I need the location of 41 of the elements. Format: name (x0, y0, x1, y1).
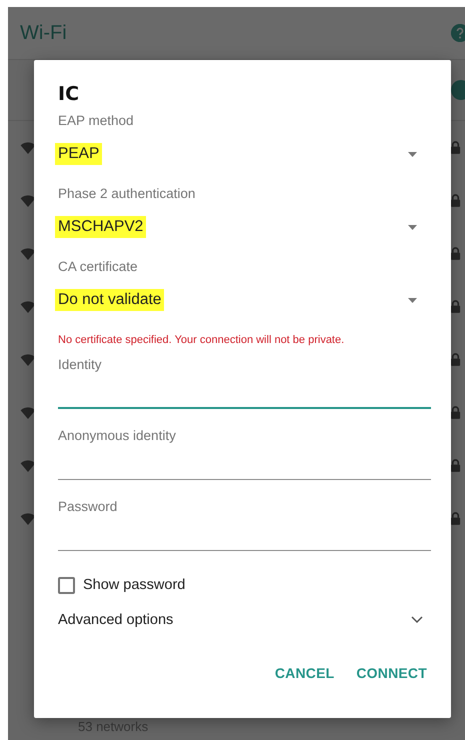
lock-icon (450, 194, 461, 207)
show-password-checkbox[interactable]: Show password (58, 574, 186, 596)
dropdown-value: MSCHAPV2 (55, 216, 146, 238)
dropdown-arrow-icon (408, 298, 417, 302)
cancel-button[interactable]: CANCEL (266, 655, 342, 691)
field-label: Password (58, 498, 118, 516)
field-label: Anonymous identity (58, 427, 176, 445)
dropdown-value: PEAP (55, 143, 102, 165)
chevron-icon[interactable] (411, 616, 423, 624)
field-label: EAP method (58, 112, 134, 130)
wifi-signal-icon (20, 298, 36, 314)
dropdown[interactable]: Do not validate (58, 289, 431, 311)
lock-icon (450, 353, 461, 366)
wifi-signal-icon (20, 192, 36, 208)
wifi-signal-icon (20, 458, 36, 474)
dropdown-arrow-icon (408, 224, 417, 230)
field-label: Phase 2 authentication (58, 185, 196, 203)
lock-icon (450, 300, 461, 313)
toggle-switch[interactable] (451, 80, 465, 100)
field-label: Identity (58, 356, 102, 374)
wifi-signal-icon (20, 510, 36, 526)
lock-icon (450, 512, 461, 525)
app-bar-title: Wi-Fi (20, 22, 67, 44)
dropdown[interactable]: PEAP (58, 143, 431, 165)
wifi-signal-icon (20, 140, 36, 156)
field-label: CA certificate (58, 258, 138, 276)
dropdown-value: Do not validate (55, 289, 164, 311)
dialog-title: IC (58, 82, 80, 106)
wifi-signal-icon (20, 404, 36, 420)
dropdown-arrow-icon (408, 152, 417, 156)
lock-icon (450, 247, 461, 260)
connect-button[interactable]: CONNECT (348, 655, 435, 691)
lock-icon (450, 459, 461, 472)
advanced-options-label[interactable]: Advanced options (58, 612, 174, 628)
lock-icon (450, 141, 461, 154)
wifi-signal-icon (20, 352, 36, 368)
warning-message: No certificate specified. Your connection will not be private. (58, 333, 346, 347)
lock-icon (450, 406, 461, 419)
dropdown[interactable]: MSCHAPV2 (58, 216, 431, 238)
wifi-signal-icon (20, 246, 36, 262)
help-icon[interactable] (451, 24, 465, 42)
